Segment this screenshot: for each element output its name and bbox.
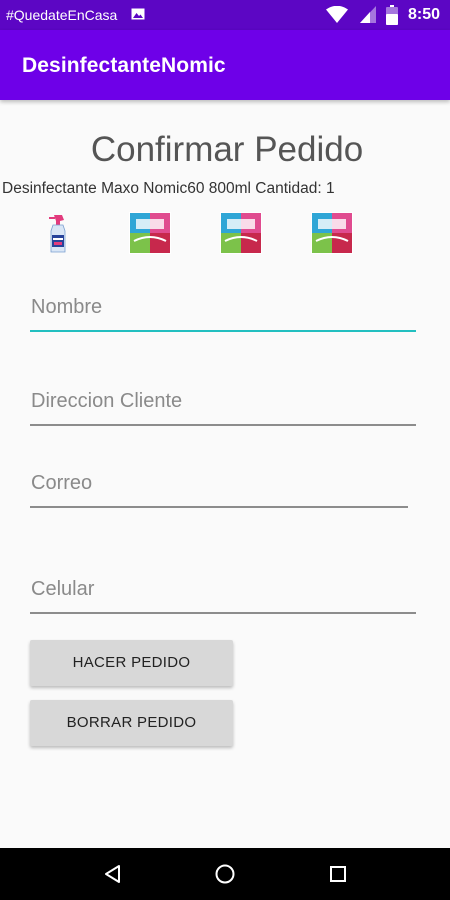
signal-icon [360, 6, 376, 23]
correo-input[interactable] [30, 468, 408, 498]
status-time: 8:50 [408, 6, 441, 23]
home-icon[interactable] [214, 863, 236, 885]
celular-input[interactable] [30, 574, 416, 604]
image-icon [131, 8, 145, 20]
direccion-underline [30, 424, 416, 426]
correo-underline [30, 506, 408, 508]
wipes-pack-image [311, 212, 353, 254]
recents-icon[interactable] [328, 864, 348, 884]
nombre-input[interactable] [30, 292, 416, 322]
borrar-pedido-button[interactable]: BORRAR PEDIDO [30, 700, 233, 746]
celular-underline [30, 612, 416, 614]
nombre-field [30, 292, 416, 332]
product-summary: Desinfectante Maxo Nomic60 800ml Cantida… [2, 180, 335, 197]
wifi-icon [326, 6, 348, 23]
correo-field [30, 468, 408, 508]
direccion-input[interactable] [30, 386, 416, 416]
status-bar: #QuedateEnCasa 8:50 [0, 0, 450, 30]
spray-bottle-image [38, 211, 82, 255]
page-title: Confirmar Pedido [90, 130, 364, 169]
status-hashtag: #QuedateEnCasa [6, 7, 118, 23]
nombre-underline [30, 330, 416, 332]
navigation-bar [0, 848, 450, 900]
celular-field [30, 574, 416, 614]
app-title: DesinfectanteNomic [22, 54, 226, 77]
hacer-pedido-button[interactable]: HACER PEDIDO [30, 640, 233, 686]
wipes-pack-image [129, 212, 171, 254]
app-bar: DesinfectanteNomic [0, 30, 450, 100]
wipes-pack-image [220, 212, 262, 254]
battery-icon [386, 5, 398, 25]
back-icon[interactable] [103, 864, 123, 884]
direccion-field [30, 386, 416, 426]
